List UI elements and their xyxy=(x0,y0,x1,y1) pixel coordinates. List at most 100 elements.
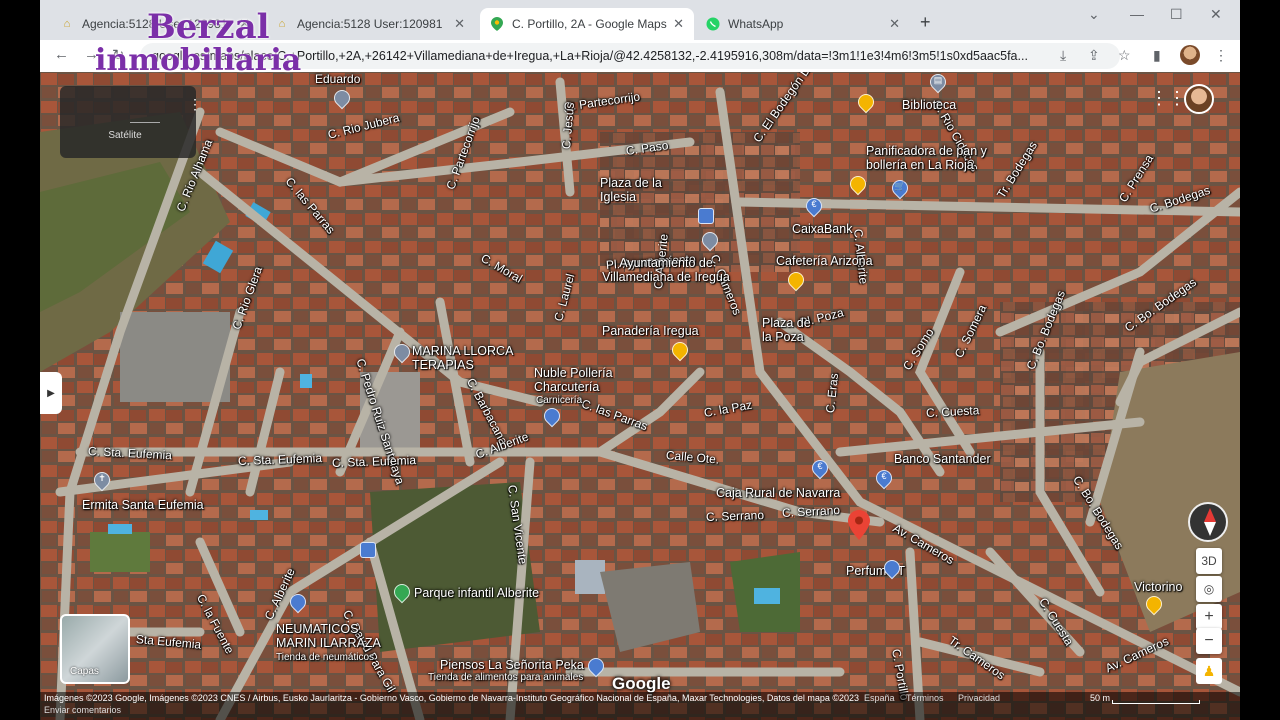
back-icon[interactable]: ← xyxy=(54,46,69,63)
close-icon[interactable]: ✕ xyxy=(454,16,465,32)
shopping-bag-icon[interactable] xyxy=(584,654,608,678)
satellite-map[interactable]: Eduardo C. Rio Jubera C. Partecorrijo C.… xyxy=(40,72,1240,720)
bakery-pin-icon[interactable] xyxy=(854,90,878,114)
place-label[interactable]: Plaza de la Iglesia xyxy=(600,176,682,204)
health-pin-icon[interactable] xyxy=(390,340,414,364)
browser-window: ⌂ Agencia:5128 User:120981 ✕ ⌂ Agencia:5… xyxy=(40,0,1240,720)
maximize-icon[interactable]: ☐ xyxy=(1170,6,1183,23)
bus-stop-icon[interactable] xyxy=(698,208,714,228)
more-options-icon[interactable]: ⋮ xyxy=(188,96,202,113)
privacy-link[interactable]: Privacidad xyxy=(958,693,1000,703)
bakery-pin-icon[interactable] xyxy=(668,338,692,362)
place-category: Carnicería xyxy=(536,395,583,406)
place-label[interactable]: Parque infantil Alberite xyxy=(414,586,539,600)
screen: ⌂ Agencia:5128 User:120981 ✕ ⌂ Agencia:5… xyxy=(0,0,1280,720)
terms-link[interactable]: Términos xyxy=(906,693,944,703)
map-type-label: Satélite xyxy=(108,130,142,141)
send-feedback-link[interactable]: Enviar comentarios xyxy=(44,705,121,715)
whatsapp-icon xyxy=(706,17,720,31)
street-label: Eduardo xyxy=(315,72,361,86)
expand-side-panel-button[interactable]: ▶ xyxy=(40,372,62,414)
place-label[interactable]: CaixaBank xyxy=(792,222,852,236)
watermark-line-2: inmobiliaria xyxy=(95,43,302,78)
house-icon: ⌂ xyxy=(63,18,71,30)
place-label[interactable]: Ermita Santa Eufemia xyxy=(82,498,204,512)
cafe-pin-icon[interactable] xyxy=(784,268,808,292)
install-icon[interactable]: ⤓ xyxy=(1060,47,1066,64)
place-label[interactable]: Banco Santander xyxy=(894,452,991,466)
place-label[interactable]: Panificadora de pan y bollería en La Rio… xyxy=(866,144,1006,172)
place-label[interactable]: NEUMATICOS MARIN ILARRAZA xyxy=(276,622,386,650)
street-label: C. Sta. Eufemia xyxy=(237,451,323,468)
shopping-cart-icon[interactable]: 🛒 xyxy=(888,176,912,200)
google-logo: Google xyxy=(612,674,671,693)
close-icon[interactable]: ✕ xyxy=(673,16,684,32)
bank-pin-icon[interactable]: € xyxy=(808,456,832,480)
street-label: C. Serrano xyxy=(705,507,765,524)
tab-google-maps[interactable]: C. Portillo, 2A - Google Maps ✕ xyxy=(480,8,694,40)
more-menu-icon[interactable]: ⋮ xyxy=(1214,47,1228,64)
place-label[interactable]: Caja Rural de Navarra xyxy=(716,486,840,500)
scale-label[interactable]: 50 m xyxy=(1090,693,1110,703)
place-label[interactable]: Victorino xyxy=(1134,580,1182,594)
tab-whatsapp[interactable]: WhatsApp ✕ xyxy=(696,8,910,40)
bakery-pin-icon[interactable] xyxy=(846,172,870,196)
place-label[interactable]: Cafetería Arizona xyxy=(776,254,873,268)
compass-north-needle xyxy=(1204,508,1216,522)
country-link[interactable]: España xyxy=(864,693,895,703)
my-location-icon[interactable]: ◎ xyxy=(1196,576,1222,602)
shopping-bag-icon[interactable] xyxy=(540,404,564,428)
place-label[interactable]: Panadería Iregua xyxy=(602,324,699,338)
tab-title: Agencia:5128 User:120981 xyxy=(297,17,443,31)
library-pin-icon[interactable]: ▤ xyxy=(926,72,950,94)
side-panel-icon[interactable]: ▮ xyxy=(1153,47,1161,64)
watermark-line-1: Berzal xyxy=(147,7,270,47)
map-type-panel[interactable]: Satélite ⋮ xyxy=(60,86,202,158)
street-label: C. Cuesta xyxy=(925,403,980,420)
compass-south-needle xyxy=(1204,522,1216,536)
place-label[interactable]: Ayuntamiento de Villamediana de Iregua xyxy=(596,256,736,284)
account-avatar[interactable] xyxy=(1184,84,1214,114)
close-icon[interactable]: ✕ xyxy=(889,16,900,32)
layers-button[interactable]: Capas xyxy=(60,614,130,684)
bank-pin-icon[interactable]: € xyxy=(802,194,826,218)
place-label[interactable]: MARINA LLORCA TERAPIAS xyxy=(412,344,532,372)
attribution-bar: Imágenes ©2023 Google, Imágenes ©2023 CN… xyxy=(40,692,1240,720)
bus-stop-icon[interactable] xyxy=(360,542,376,562)
shopping-bag-icon[interactable] xyxy=(286,590,310,614)
minimize-icon[interactable]: — xyxy=(1130,6,1144,22)
new-tab-button[interactable]: + xyxy=(920,12,931,33)
tab-title: WhatsApp xyxy=(728,17,784,31)
place-category: Tienda de neumáticos xyxy=(276,652,375,663)
selected-location-marker[interactable] xyxy=(848,510,870,540)
pegman-icon[interactable]: ♟ xyxy=(1196,658,1222,684)
zoom-out-button[interactable]: − xyxy=(1196,628,1222,654)
bank-pin-icon[interactable]: € xyxy=(872,466,896,490)
place-label[interactable]: Piensos La Señorita Peka xyxy=(440,658,584,672)
scale-bar xyxy=(1112,700,1200,704)
location-pin-icon[interactable] xyxy=(330,86,354,110)
share-icon[interactable]: ⇪ xyxy=(1088,47,1100,64)
compass-icon[interactable] xyxy=(1188,502,1228,542)
place-category: Tienda de alimentos para animales xyxy=(428,672,584,683)
street-label: C. Sta. Eufemia xyxy=(331,453,417,470)
chevron-down-icon[interactable]: ⌄ xyxy=(1088,6,1100,23)
close-window-icon[interactable]: ✕ xyxy=(1210,6,1222,23)
divider xyxy=(130,122,160,123)
church-pin-icon[interactable]: ✝ xyxy=(90,468,114,492)
place-label[interactable]: Biblioteca xyxy=(902,98,956,112)
bookmark-star-icon[interactable]: ☆ xyxy=(1118,47,1131,64)
place-label[interactable]: Nuble Pollería Charcutería xyxy=(534,366,644,394)
city-hall-pin-icon[interactable] xyxy=(698,228,722,252)
attribution-text: Imágenes ©2023 Google, Imágenes ©2023 CN… xyxy=(44,693,860,703)
3d-toggle-button[interactable]: 3D xyxy=(1196,548,1222,574)
bakery-pin-icon[interactable] xyxy=(1142,592,1166,616)
park-pin-icon[interactable] xyxy=(390,580,414,604)
place-label[interactable]: Plaza de la Poza xyxy=(762,316,822,344)
tab-title: C. Portillo, 2A - Google Maps xyxy=(512,17,667,31)
shopping-bag-icon[interactable] xyxy=(880,556,904,580)
maps-pin-icon xyxy=(490,17,504,31)
profile-avatar[interactable] xyxy=(1180,45,1200,65)
zoom-in-button[interactable]: + xyxy=(1196,604,1222,630)
watermark-logo: Berzal inmobiliaria xyxy=(95,10,301,78)
